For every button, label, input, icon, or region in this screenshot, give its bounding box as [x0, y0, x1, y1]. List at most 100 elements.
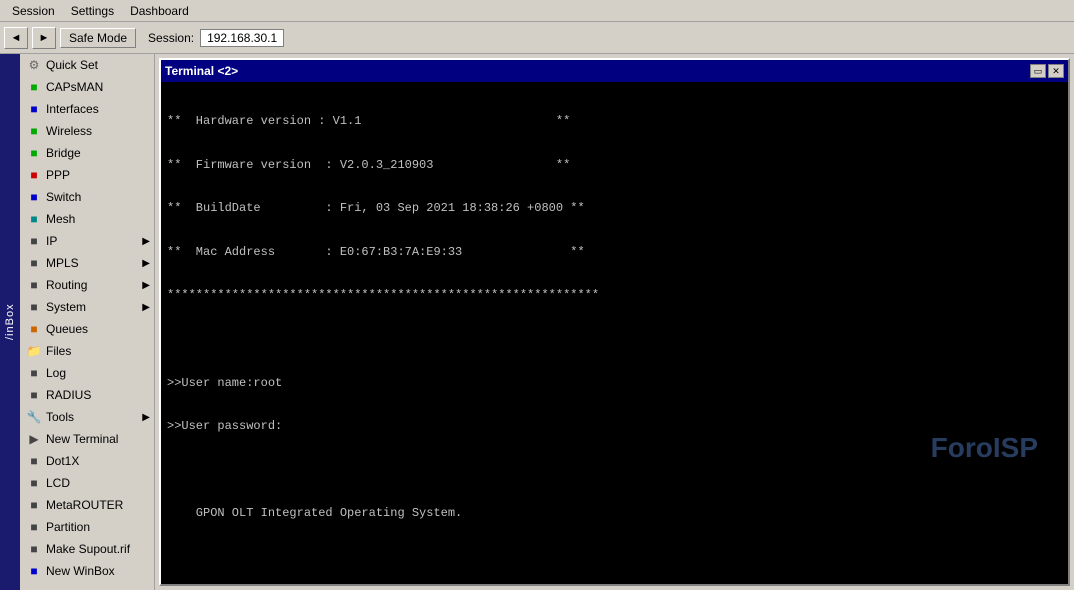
terminal-titlebar: Terminal <2> ▭ ✕ — [161, 60, 1068, 82]
term-line-blank2 — [167, 463, 1062, 479]
term-line-build: ** BuildDate : Fri, 03 Sep 2021 18:38:26… — [167, 201, 1062, 217]
terminal-body[interactable]: ** Hardware version : V1.1 ** ** Firmwar… — [161, 82, 1068, 584]
queues-icon: ■ — [26, 321, 42, 337]
term-line-fw: ** Firmware version : V2.0.3_210903 ** — [167, 158, 1062, 174]
sidebar-item-label: IP — [46, 234, 57, 248]
sidebar-item-label: Files — [46, 344, 71, 358]
term-line-blank3 — [167, 550, 1062, 566]
sidebar-item-label: Mesh — [46, 212, 75, 226]
interfaces-icon: ■ — [26, 101, 42, 117]
dot1x-icon: ■ — [26, 453, 42, 469]
sidebar-item-label: CAPsMAN — [46, 80, 103, 94]
forward-button[interactable]: ► — [32, 27, 56, 49]
sidebar-item-files[interactable]: 📁 Files — [20, 340, 154, 362]
metarouter-icon: ■ — [26, 497, 42, 513]
terminal-title: Terminal <2> — [165, 64, 238, 78]
capsman-icon: ■ — [26, 79, 42, 95]
mpls-arrow: ▶ — [142, 258, 150, 269]
sidebar-item-label: Queues — [46, 322, 88, 336]
new-terminal-icon: ▶ — [26, 431, 42, 447]
sidebar-item-label: PPP — [46, 168, 70, 182]
sidebar-item-label: Wireless — [46, 124, 92, 138]
ppp-icon: ■ — [26, 167, 42, 183]
quick-set-icon: ⚙ — [26, 57, 42, 73]
sidebar-item-new-winbox[interactable]: ■ New WinBox — [20, 560, 154, 582]
main-layout: /inBox ⚙ Quick Set ■ CAPsMAN ■ Interface… — [0, 54, 1074, 590]
sidebar-item-mpls[interactable]: ■ MPLS ▶ — [20, 252, 154, 274]
term-line-sep: ****************************************… — [167, 288, 1062, 304]
make-supout-icon: ■ — [26, 541, 42, 557]
terminal-window[interactable]: Terminal <2> ▭ ✕ ** Hardware version : V… — [159, 58, 1070, 586]
sidebar-item-ppp[interactable]: ■ PPP — [20, 164, 154, 186]
winbox-label: /inBox — [0, 54, 20, 590]
ip-icon: ■ — [26, 233, 42, 249]
sidebar-item-lcd[interactable]: ■ LCD — [20, 472, 154, 494]
mesh-icon: ■ — [26, 211, 42, 227]
sidebar-item-label: Partition — [46, 520, 90, 534]
sidebar-item-label: Bridge — [46, 146, 81, 160]
sidebar-item-label: Routing — [46, 278, 87, 292]
sidebar-item-label: Switch — [46, 190, 81, 204]
back-button[interactable]: ◄ — [4, 27, 28, 49]
terminal-close-button[interactable]: ✕ — [1048, 64, 1064, 78]
sidebar-item-switch[interactable]: ■ Switch — [20, 186, 154, 208]
watermark: ForoISP — [931, 432, 1038, 464]
session-label: Session: — [148, 31, 194, 45]
ip-arrow: ▶ — [142, 236, 150, 247]
routing-icon: ■ — [26, 277, 42, 293]
sidebar-item-label: New WinBox — [46, 564, 115, 578]
tools-arrow: ▶ — [142, 412, 150, 423]
sidebar-item-exit[interactable]: ✖ Exit — [20, 586, 154, 590]
sidebar-item-metarouter[interactable]: ■ MetaROUTER — [20, 494, 154, 516]
menu-session[interactable]: Session — [4, 2, 63, 20]
toolbar: ◄ ► Safe Mode Session: 192.168.30.1 — [0, 22, 1074, 54]
system-arrow: ▶ — [142, 302, 150, 313]
sidebar: ⚙ Quick Set ■ CAPsMAN ■ Interfaces ■ Wir… — [20, 54, 155, 590]
term-line-username: >>User name:root — [167, 376, 1062, 392]
sidebar-item-ip[interactable]: ■ IP ▶ — [20, 230, 154, 252]
sidebar-item-routing[interactable]: ■ Routing ▶ — [20, 274, 154, 296]
term-line-blank1 — [167, 332, 1062, 348]
sidebar-item-wireless[interactable]: ■ Wireless — [20, 120, 154, 142]
term-line-mac: ** Mac Address : E0:67:B3:7A:E9:33 ** — [167, 245, 1062, 261]
sidebar-item-tools[interactable]: 🔧 Tools ▶ — [20, 406, 154, 428]
sidebar-item-new-terminal[interactable]: ▶ New Terminal — [20, 428, 154, 450]
sidebar-item-label: System — [46, 300, 86, 314]
menu-dashboard[interactable]: Dashboard — [122, 2, 197, 20]
sidebar-item-partition[interactable]: ■ Partition — [20, 516, 154, 538]
sidebar-item-bridge[interactable]: ■ Bridge — [20, 142, 154, 164]
session-value: 192.168.30.1 — [200, 29, 284, 47]
log-icon: ■ — [26, 365, 42, 381]
new-winbox-icon: ■ — [26, 563, 42, 579]
sidebar-item-interfaces[interactable]: ■ Interfaces — [20, 98, 154, 120]
sidebar-item-make-supout[interactable]: ■ Make Supout.rif — [20, 538, 154, 560]
routing-arrow: ▶ — [142, 280, 150, 291]
sidebar-item-label: Dot1X — [46, 454, 79, 468]
sidebar-item-label: Quick Set — [46, 58, 98, 72]
tools-icon: 🔧 — [26, 409, 42, 425]
term-line-password: >>User password: — [167, 419, 1062, 435]
sidebar-item-label: MPLS — [46, 256, 79, 270]
sidebar-item-label: Make Supout.rif — [46, 542, 130, 556]
bridge-icon: ■ — [26, 145, 42, 161]
sidebar-item-log[interactable]: ■ Log — [20, 362, 154, 384]
wireless-icon: ■ — [26, 123, 42, 139]
term-line-hw: ** Hardware version : V1.1 ** — [167, 114, 1062, 130]
partition-icon: ■ — [26, 519, 42, 535]
radius-icon: ■ — [26, 387, 42, 403]
sidebar-item-radius[interactable]: ■ RADIUS — [20, 384, 154, 406]
safe-mode-button[interactable]: Safe Mode — [60, 28, 136, 48]
sidebar-item-dot1x[interactable]: ■ Dot1X — [20, 450, 154, 472]
sidebar-item-quick-set[interactable]: ⚙ Quick Set — [20, 54, 154, 76]
lcd-icon: ■ — [26, 475, 42, 491]
sidebar-item-label: MetaROUTER — [46, 498, 123, 512]
sidebar-item-label: LCD — [46, 476, 70, 490]
sidebar-item-queues[interactable]: ■ Queues — [20, 318, 154, 340]
terminal-restore-button[interactable]: ▭ — [1030, 64, 1046, 78]
sidebar-item-capsman[interactable]: ■ CAPsMAN — [20, 76, 154, 98]
system-icon: ■ — [26, 299, 42, 315]
sidebar-item-mesh[interactable]: ■ Mesh — [20, 208, 154, 230]
sidebar-item-system[interactable]: ■ System ▶ — [20, 296, 154, 318]
menu-settings[interactable]: Settings — [63, 2, 122, 20]
sidebar-item-label: Tools — [46, 410, 74, 424]
